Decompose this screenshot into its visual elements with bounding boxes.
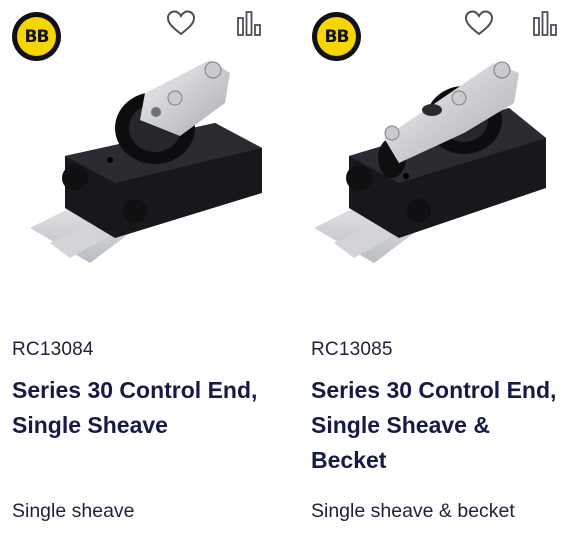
heart-icon bbox=[464, 10, 494, 36]
product-title-line: Series 30 Control End, bbox=[311, 377, 557, 403]
product-description: Single sheave & becket bbox=[311, 500, 515, 522]
product-sku: RC13085 bbox=[311, 339, 393, 360]
heart-icon bbox=[166, 10, 196, 36]
bar-chart-icon bbox=[237, 11, 261, 36]
favorite-button[interactable] bbox=[164, 6, 198, 40]
product-card[interactable]: BB bbox=[278, 0, 575, 548]
product-card[interactable]: BB bbox=[0, 0, 278, 548]
product-title-line: Single Sheave bbox=[12, 412, 168, 438]
product-grid: BB RC13084 Series 30 Control End, Single… bbox=[0, 0, 575, 548]
product-title-line: Single Sheave & bbox=[311, 412, 490, 438]
bar-chart-icon bbox=[533, 11, 557, 36]
compare-button[interactable] bbox=[232, 6, 266, 40]
product-image[interactable] bbox=[30, 48, 270, 278]
favorite-button[interactable] bbox=[462, 6, 496, 40]
product-title-line: Becket bbox=[311, 447, 387, 473]
product-title-line: Series 30 Control End, bbox=[12, 377, 258, 403]
product-image[interactable] bbox=[314, 48, 554, 278]
product-title[interactable]: Series 30 Control End, Single Sheave bbox=[12, 373, 272, 443]
product-description: Single sheave bbox=[12, 500, 135, 522]
compare-button[interactable] bbox=[528, 6, 562, 40]
product-sku: RC13084 bbox=[12, 339, 94, 360]
product-title[interactable]: Series 30 Control End, Single Sheave & B… bbox=[311, 373, 571, 478]
